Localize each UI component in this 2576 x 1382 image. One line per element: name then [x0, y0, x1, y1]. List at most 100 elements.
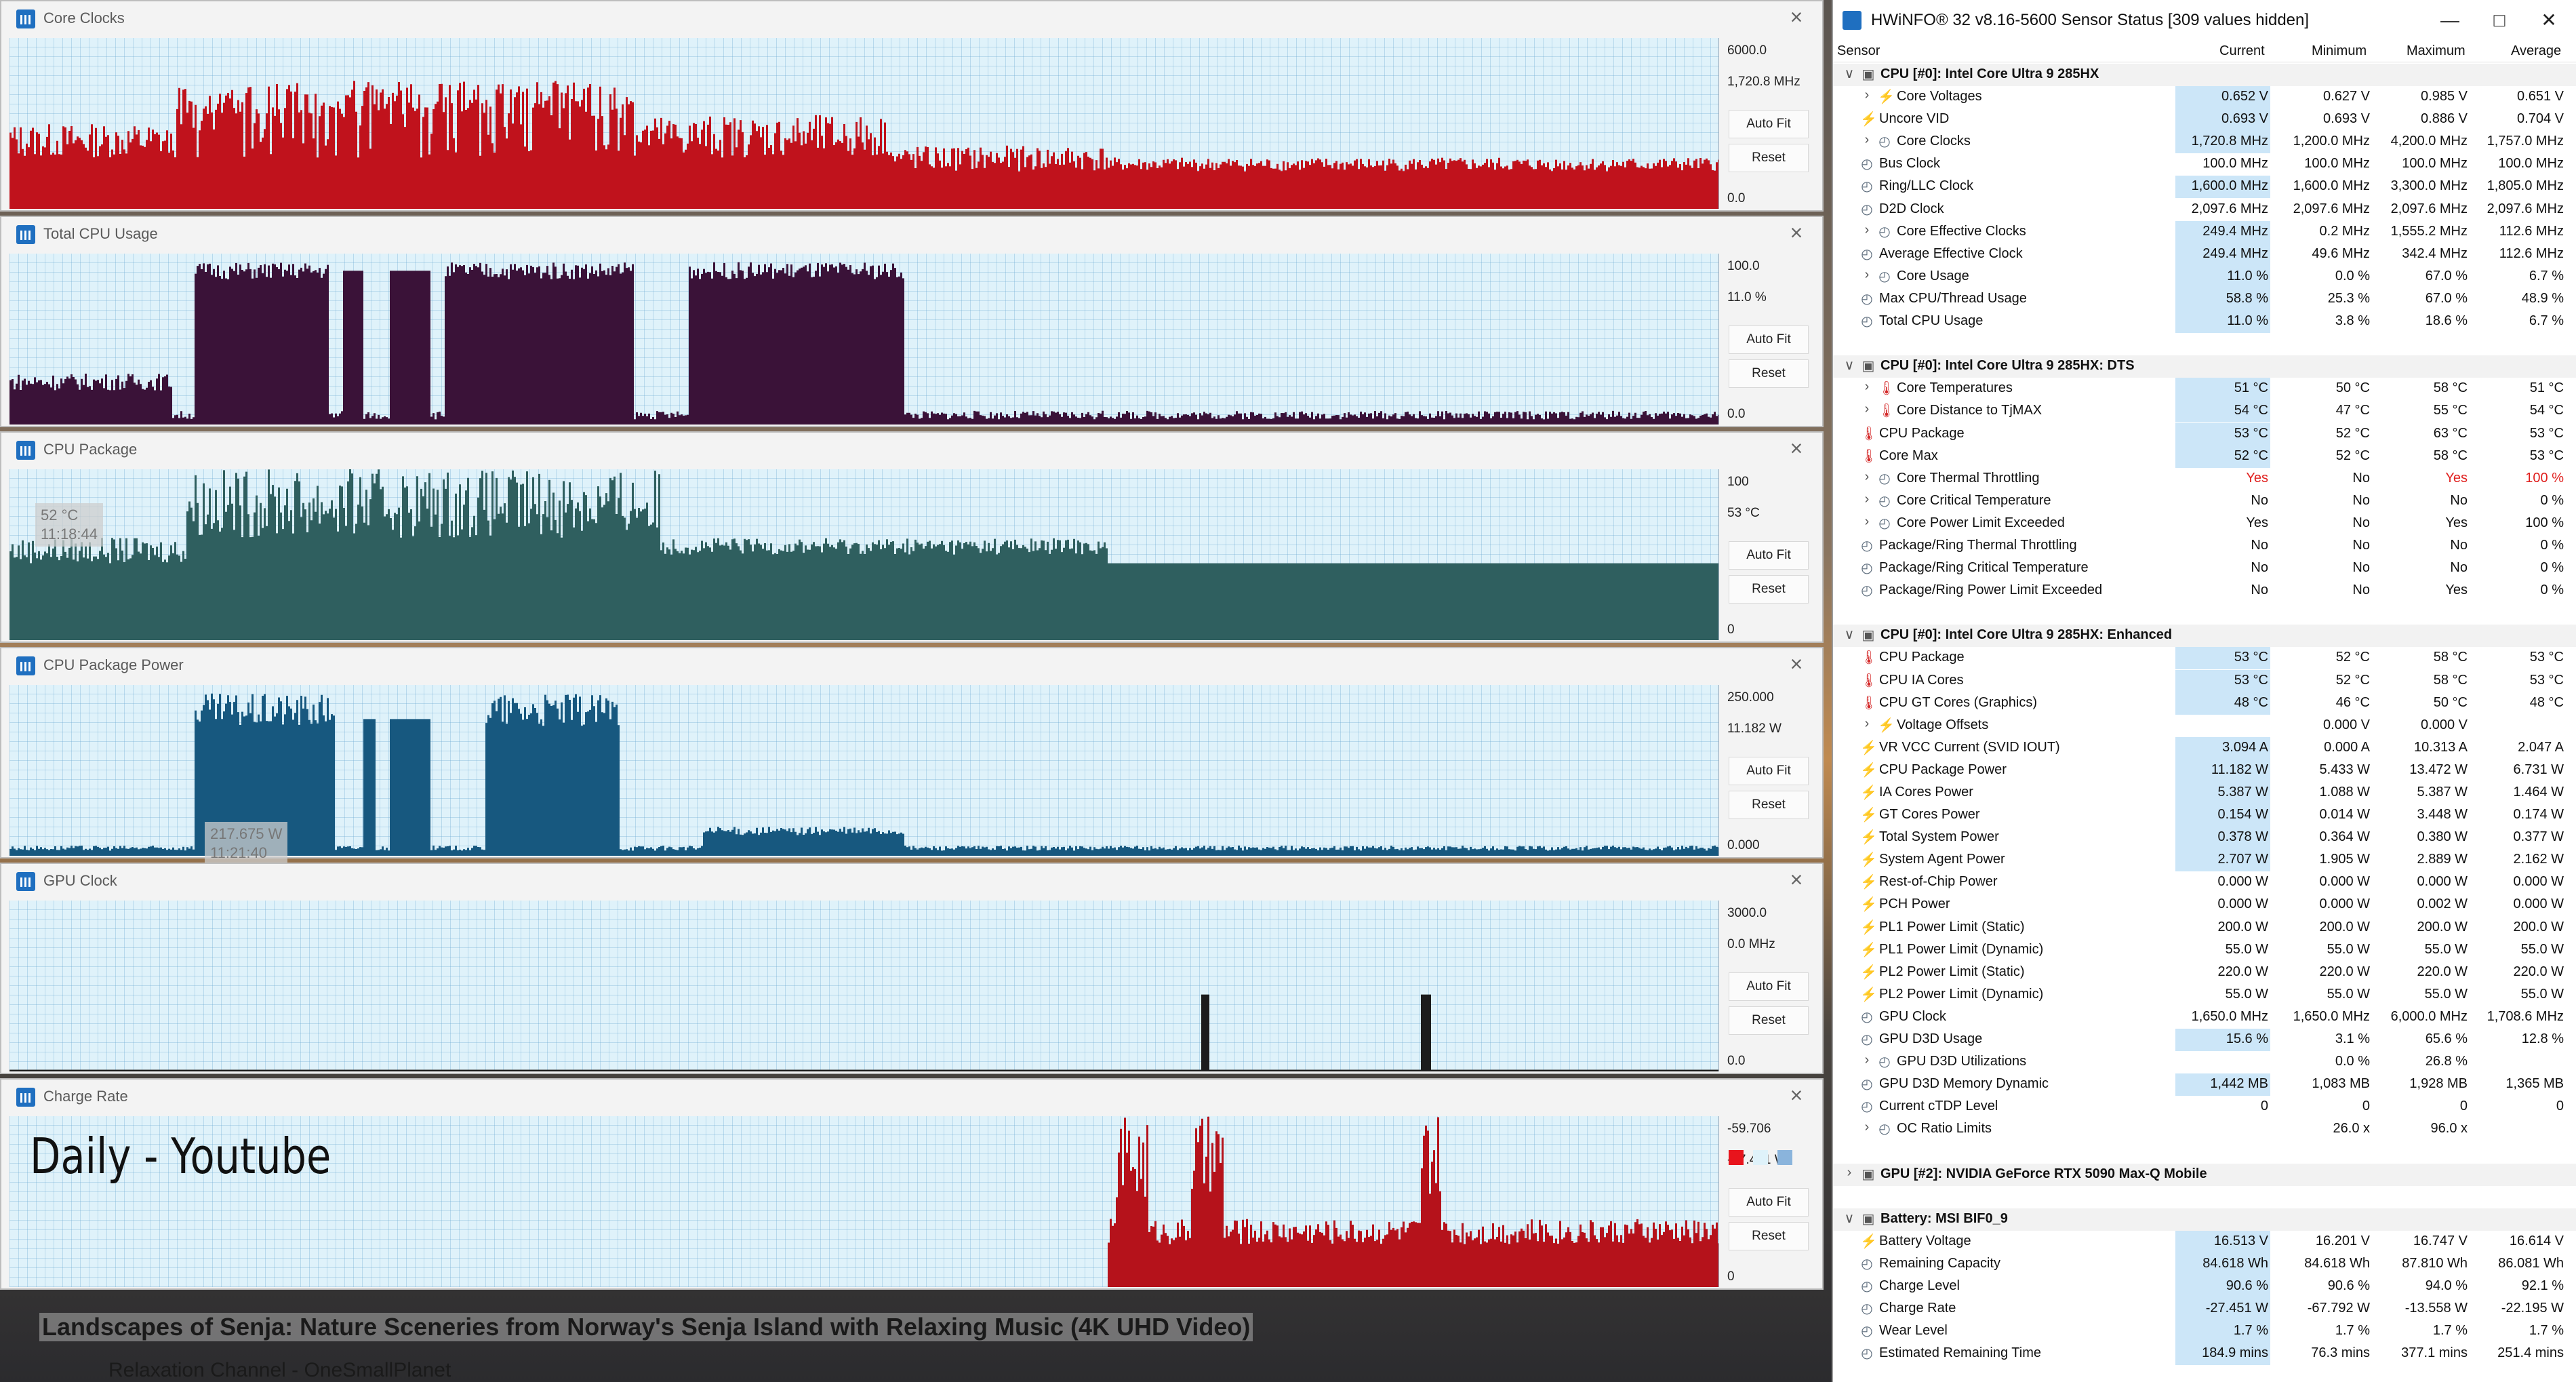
chevron-right-icon[interactable]: › — [1860, 716, 1874, 732]
sensor-row[interactable]: 🌡 Core Max 52 °C 52 °C 58 °C 53 °C — [1833, 445, 2576, 468]
sensor-row[interactable]: ◴ Ring/LLC Clock 1,600.0 MHz 1,600.0 MHz 3,3… — [1833, 176, 2576, 199]
chevron-right-icon[interactable]: › — [1860, 87, 1874, 103]
auto-fit-button[interactable]: Auto Fit — [1729, 325, 1809, 354]
sensor-row[interactable]: › ◴ GPU D3D Utilizations 0.0 % 26.8 % — [1833, 1051, 2576, 1073]
auto-fit-button[interactable]: Auto Fit — [1729, 757, 1809, 785]
sensor-row[interactable]: ◴ Charge Rate -27.451 W -67.792 W -13.558 W -… — [1833, 1298, 2576, 1321]
reset-button[interactable]: Reset — [1729, 1006, 1809, 1035]
auto-fit-button[interactable]: Auto Fit — [1729, 110, 1809, 138]
sensor-row[interactable]: ⚡ PL1 Power Limit (Dynamic) 55.0 W 55.0 W 55… — [1833, 939, 2576, 962]
sensor-row[interactable]: ⚡ Rest-of-Chip Power 0.000 W 0.000 W 0.000 W… — [1833, 871, 2576, 894]
sensor-group[interactable]: ∨ ▣ CPU [#0]: Intel Core Ultra 9 285HX: DT… — [1833, 355, 2576, 378]
sensor-row[interactable]: ◴ Package/Ring Critical Temperature No No No… — [1833, 557, 2576, 580]
col-maximum[interactable]: Maximum — [2407, 43, 2466, 59]
video-title[interactable]: Landscapes of Senja: Nature Sceneries fr… — [39, 1313, 1253, 1341]
channel-name[interactable]: Relaxation Channel - OneSmallPlanet — [108, 1359, 451, 1382]
sensor-row[interactable]: › ◴ Core Thermal Throttling Yes No Yes 100 % — [1833, 468, 2576, 490]
sensor-row[interactable]: ◴ Total CPU Usage 11.0 % 3.8 % 18.6 % 6.7 % — [1833, 311, 2576, 334]
sensor-row[interactable]: ◴ Charge Level 90.6 % 90.6 % 94.0 % 92.1 % — [1833, 1276, 2576, 1299]
maximize-button[interactable]: □ — [2479, 5, 2520, 35]
sensor-row[interactable]: ⚡ Uncore VID 0.693 V 0.693 V 0.886 V 0.704 V — [1833, 108, 2576, 132]
sensor-row[interactable]: ⚡ GT Cores Power 0.154 W 0.014 W 3.448 W 0.17… — [1833, 804, 2576, 827]
sensor-row[interactable]: ⚡ CPU Package Power 11.182 W 5.433 W 13.472 … — [1833, 759, 2576, 782]
sensor-row[interactable]: › ◴ Core Critical Temperature No No No 0 % — [1833, 490, 2576, 513]
chevron-right-icon[interactable]: › — [1860, 1052, 1874, 1068]
sensor-row[interactable]: 🌡 CPU Package 53 °C 52 °C 63 °C 53 °C — [1833, 422, 2576, 446]
reset-button[interactable]: Reset — [1729, 575, 1809, 604]
chevron-right-icon[interactable]: › — [1860, 469, 1874, 485]
sensor-row[interactable]: › 🌡 Core Temperatures 51 °C 50 °C 58 °C 51 °C — [1833, 378, 2576, 401]
sensor-row[interactable]: ◴ Max CPU/Thread Usage 58.8 % 25.3 % 67.0 % 4… — [1833, 288, 2576, 311]
sensor-row[interactable]: ⚡ Total System Power 0.378 W 0.364 W 0.380 W… — [1833, 827, 2576, 850]
sensor-row[interactable]: ◴ Package/Ring Thermal Throttling No No No 0 … — [1833, 535, 2576, 557]
sensor-row[interactable]: ⚡ VR VCC Current (SVID IOUT) 3.094 A 0.000 … — [1833, 736, 2576, 759]
sensor-group[interactable]: ∨ ▣ CPU [#0]: Intel Core Ultra 9 285HX — [1833, 64, 2576, 87]
auto-fit-button[interactable]: Auto Fit — [1729, 541, 1809, 570]
sensor-row[interactable]: ◴ Remaining Capacity 84.618 Wh 84.618 Wh 87.… — [1833, 1252, 2576, 1276]
sensor-row[interactable]: ◴ Bus Clock 100.0 MHz 100.0 MHz 100.0 MHz 100… — [1833, 153, 2576, 176]
close-icon[interactable]: × — [1783, 651, 1810, 677]
sensor-group[interactable]: ∨ ▣ Battery: MSI BIF0_9 — [1833, 1208, 2576, 1231]
sensor-row[interactable]: ◴ GPU Clock 1,650.0 MHz 1,650.0 MHz 6,000.0 … — [1833, 1006, 2576, 1029]
swatch-blue[interactable] — [1777, 1150, 1792, 1165]
sensor-row[interactable]: ◴ Estimated Remaining Time 184.9 mins 76.3 … — [1833, 1343, 2576, 1366]
chevron-down-icon[interactable]: ∨ — [1843, 1210, 1856, 1227]
close-icon[interactable]: × — [1783, 220, 1810, 245]
sensor-row[interactable]: ◴ Wear Level 1.7 % 1.7 % 1.7 % 1.7 % — [1833, 1320, 2576, 1343]
col-minimum[interactable]: Minimum — [2312, 43, 2367, 59]
chevron-right-icon[interactable]: › — [1860, 379, 1874, 395]
col-average[interactable]: Average — [2511, 43, 2561, 59]
sensor-row[interactable]: ◴ Current cTDP Level 0 0 0 0 — [1833, 1096, 2576, 1118]
sensor-row[interactable]: › ◴ OC Ratio Limits 26.0 x 96.0 x — [1833, 1118, 2576, 1141]
reset-button[interactable]: Reset — [1729, 359, 1809, 388]
sensor-row[interactable]: ◴ Average Effective Clock 249.4 MHz 49.6 MH… — [1833, 243, 2576, 266]
close-button[interactable]: ✕ — [2529, 5, 2569, 35]
auto-fit-button[interactable]: Auto Fit — [1729, 1188, 1809, 1217]
chevron-right-icon[interactable]: › — [1860, 222, 1874, 238]
col-current[interactable]: Current — [2219, 43, 2265, 59]
sensor-row[interactable]: ⚡ Battery Voltage 16.513 V 16.201 V 16.747 V… — [1833, 1230, 2576, 1253]
sensor-row[interactable]: › ◴ Core Clocks 1,720.8 MHz 1,200.0 MHz 4,200… — [1833, 131, 2576, 154]
sensor-row[interactable]: ◴ Package/Ring Power Limit Exceeded No No Ye… — [1833, 580, 2576, 602]
sensor-row[interactable]: › ◴ Core Effective Clocks 249.4 MHz 0.2 MHz 1… — [1833, 220, 2576, 243]
close-icon[interactable]: × — [1783, 4, 1810, 30]
sensor-row[interactable]: › ⚡ Voltage Offsets 0.000 V 0.000 V — [1833, 715, 2576, 737]
chevron-right-icon[interactable]: › — [1860, 267, 1874, 283]
sensor-row[interactable]: 🌡 CPU Package 53 °C 52 °C 58 °C 53 °C — [1833, 647, 2576, 670]
sensor-row[interactable]: ⚡ PL2 Power Limit (Dynamic) 55.0 W 55.0 W 55… — [1833, 984, 2576, 1006]
chevron-down-icon[interactable]: ∨ — [1843, 357, 1856, 374]
chevron-right-icon[interactable]: › — [1860, 492, 1874, 507]
sensor-row[interactable]: › ◴ Core Power Limit Exceeded Yes No Yes 100 % — [1833, 513, 2576, 535]
series-color-swatches[interactable] — [1729, 1150, 1792, 1168]
sensor-row[interactable]: ⚡ System Agent Power 2.707 W 1.905 W 2.889 W… — [1833, 849, 2576, 872]
reset-button[interactable]: Reset — [1729, 791, 1809, 819]
sensor-row[interactable]: ⚡ PCH Power 0.000 W 0.000 W 0.002 W 0.000 W — [1833, 894, 2576, 916]
sensor-row[interactable]: › ⚡ Core Voltages 0.652 V 0.627 V 0.985 V 0.65… — [1833, 86, 2576, 109]
chevron-right-icon[interactable]: › — [1860, 132, 1874, 148]
sensor-row[interactable]: ◴ GPU D3D Memory Dynamic 1,442 MB 1,083 MB 1… — [1833, 1073, 2576, 1097]
chevron-down-icon[interactable]: ∨ — [1843, 626, 1856, 643]
sensor-group[interactable]: ∨ ▣ CPU [#0]: Intel Core Ultra 9 285HX: En… — [1833, 625, 2576, 648]
sensor-group[interactable]: › ▣ GPU [#2]: NVIDIA GeForce RTX 5090 Max-… — [1833, 1163, 2576, 1186]
sensor-row[interactable]: ⚡ PL2 Power Limit (Static) 220.0 W 220.0 W 2… — [1833, 962, 2576, 984]
close-icon[interactable]: × — [1783, 1082, 1810, 1108]
sensor-row[interactable]: › ◴ Core Usage 11.0 % 0.0 % 67.0 % 6.7 % — [1833, 265, 2576, 288]
reset-button[interactable]: Reset — [1729, 144, 1809, 172]
sensor-row[interactable]: ◴ GPU D3D Usage 15.6 % 3.1 % 65.6 % 12.8 % — [1833, 1029, 2576, 1052]
close-icon[interactable]: × — [1783, 435, 1810, 461]
sensor-row[interactable]: ◴ D2D Clock 2,097.6 MHz 2,097.6 MHz 2,097.6 … — [1833, 199, 2576, 221]
chevron-down-icon[interactable]: ∨ — [1843, 65, 1856, 82]
auto-fit-button[interactable]: Auto Fit — [1729, 972, 1809, 1001]
col-sensor[interactable]: Sensor — [1837, 43, 1880, 59]
chevron-right-icon[interactable]: › — [1860, 514, 1874, 530]
sensor-row[interactable]: › 🌡 Core Distance to TjMAX 54 °C 47 °C 55 °C 5… — [1833, 400, 2576, 423]
sensor-row[interactable]: ⚡ IA Cores Power 5.387 W 1.088 W 5.387 W 1.46… — [1833, 782, 2576, 804]
chevron-right-icon[interactable]: › — [1843, 1165, 1856, 1181]
swatch-light[interactable] — [1753, 1150, 1768, 1165]
chevron-right-icon[interactable]: › — [1860, 1120, 1874, 1135]
sensor-row[interactable]: 🌡 CPU GT Cores (Graphics) 48 °C 46 °C 50 °C 4… — [1833, 692, 2576, 715]
close-icon[interactable]: × — [1783, 867, 1810, 892]
reset-button[interactable]: Reset — [1729, 1222, 1809, 1250]
minimize-button[interactable]: — — [2430, 5, 2470, 35]
sensor-row[interactable]: ⚡ PL1 Power Limit (Static) 200.0 W 200.0 W 2… — [1833, 917, 2576, 939]
